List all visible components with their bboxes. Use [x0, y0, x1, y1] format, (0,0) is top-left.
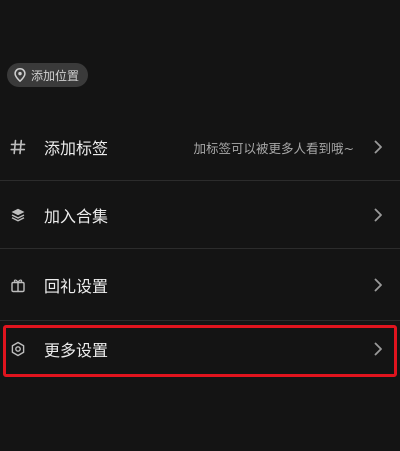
chevron-right-icon — [374, 140, 382, 154]
menu-item-more-settings[interactable]: 更多设置 — [0, 321, 400, 377]
layers-icon — [9, 206, 27, 224]
chevron-right-icon — [374, 208, 382, 222]
chevron-right-icon — [374, 342, 382, 356]
menu-item-add-to-collection[interactable]: 加入合集 — [0, 181, 400, 249]
chevron-right-icon — [374, 278, 382, 292]
add-tag-label: 添加标签 — [44, 139, 109, 158]
location-pin-icon — [14, 68, 26, 82]
menu-item-gift-settings[interactable]: 回礼设置 — [0, 249, 400, 321]
gift-icon — [9, 276, 27, 294]
hashtag-icon — [9, 138, 27, 156]
gift-settings-label: 回礼设置 — [44, 277, 109, 296]
add-to-collection-label: 加入合集 — [44, 207, 109, 226]
add-tag-hint: 加标签可以被更多人看到哦~ — [193, 140, 354, 156]
add-location-label: 添加位置 — [31, 68, 80, 83]
more-settings-label: 更多设置 — [44, 341, 109, 360]
post-settings-menu: 添加标签 加标签可以被更多人看到哦~ 加入合集 回礼设置 更多设置 — [0, 113, 400, 377]
settings-icon — [9, 340, 27, 358]
menu-item-add-tag[interactable]: 添加标签 加标签可以被更多人看到哦~ — [0, 113, 400, 181]
add-location-chip[interactable]: 添加位置 — [7, 63, 89, 87]
